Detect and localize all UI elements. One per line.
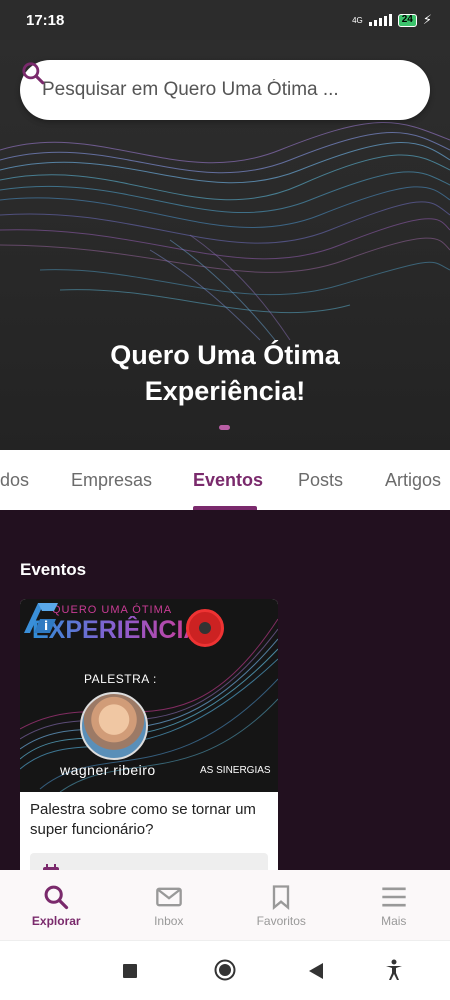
network-label: 4G xyxy=(352,15,363,25)
mail-icon xyxy=(155,887,182,907)
search-bar[interactable] xyxy=(20,60,430,120)
speaker-name: wagner ribeiro xyxy=(60,762,156,778)
search-icon xyxy=(44,885,69,910)
signal-icon xyxy=(368,14,392,26)
nav-mais-label: Mais xyxy=(381,914,407,928)
brand-small-text: QUERO UMA ÓTIMA xyxy=(52,604,173,616)
tab-artigos[interactable]: Artigos xyxy=(385,470,441,491)
tab-eventos[interactable]: Eventos xyxy=(193,470,263,491)
battery-level: 24 xyxy=(401,14,413,25)
event-card[interactable]: QUERO UMA ÓTIMA EXPERIÊNCIA PALESTRA : w… xyxy=(20,599,278,889)
charging-icon: ⚡ xyxy=(422,12,432,27)
nav-inbox-label: Inbox xyxy=(154,914,184,928)
status-icons: 4G 24 ⚡ xyxy=(352,12,432,28)
nav-favoritos[interactable]: Favoritos xyxy=(225,870,338,940)
hero-title-line1: Quero Uma Ótima xyxy=(110,340,340,370)
back-button[interactable] xyxy=(308,963,324,979)
event-banner-image: QUERO UMA ÓTIMA EXPERIÊNCIA PALESTRA : w… xyxy=(20,599,278,792)
category-tabs: dos Empresas Eventos Posts Artigos xyxy=(0,450,450,510)
home-button[interactable] xyxy=(214,959,236,981)
record-logo-icon xyxy=(186,609,224,647)
events-section: Eventos QUERO UMA ÓTIMA EXPERIÊNCIA PALE… xyxy=(0,510,450,889)
palestra-label: PALESTRA : xyxy=(84,672,157,686)
as-sinergias-logo-icon: i xyxy=(24,603,58,633)
accessibility-icon[interactable] xyxy=(384,959,404,981)
svg-text:i: i xyxy=(44,619,48,633)
nav-explorar[interactable]: Explorar xyxy=(0,870,113,940)
carousel-indicator xyxy=(219,425,230,430)
nav-favoritos-label: Favoritos xyxy=(256,914,306,928)
hero-title-line2: Experiência! xyxy=(144,376,306,406)
search-icon xyxy=(22,62,45,85)
tab-posts[interactable]: Posts xyxy=(298,470,343,491)
hero-title: Quero Uma Ótima Experiência! xyxy=(0,337,450,409)
bottom-navigation: Explorar Inbox Favoritos Mais xyxy=(0,870,450,940)
nav-explorar-label: Explorar xyxy=(31,914,81,928)
tab-todos[interactable]: dos xyxy=(0,470,29,491)
speaker-avatar xyxy=(80,692,148,760)
menu-icon xyxy=(382,887,406,907)
tab-empresas[interactable]: Empresas xyxy=(71,470,152,491)
system-navigation-bar xyxy=(0,940,450,1000)
section-title: Eventos xyxy=(20,560,87,579)
status-bar: 17:18 4G 24 ⚡ xyxy=(0,0,450,40)
battery-icon: 24 xyxy=(397,13,417,27)
event-title: Palestra sobre como se tornar um super f… xyxy=(30,801,256,838)
search-input[interactable] xyxy=(42,79,352,101)
bookmark-icon xyxy=(273,885,290,910)
nav-inbox[interactable]: Inbox xyxy=(113,870,226,940)
hero-banner: Quero Uma Ótima Experiência! xyxy=(0,40,450,450)
recents-button[interactable] xyxy=(123,964,137,978)
status-time: 17:18 xyxy=(26,11,65,29)
partner-name: AS SINERGIAS xyxy=(200,765,271,776)
nav-mais[interactable]: Mais xyxy=(338,870,450,940)
